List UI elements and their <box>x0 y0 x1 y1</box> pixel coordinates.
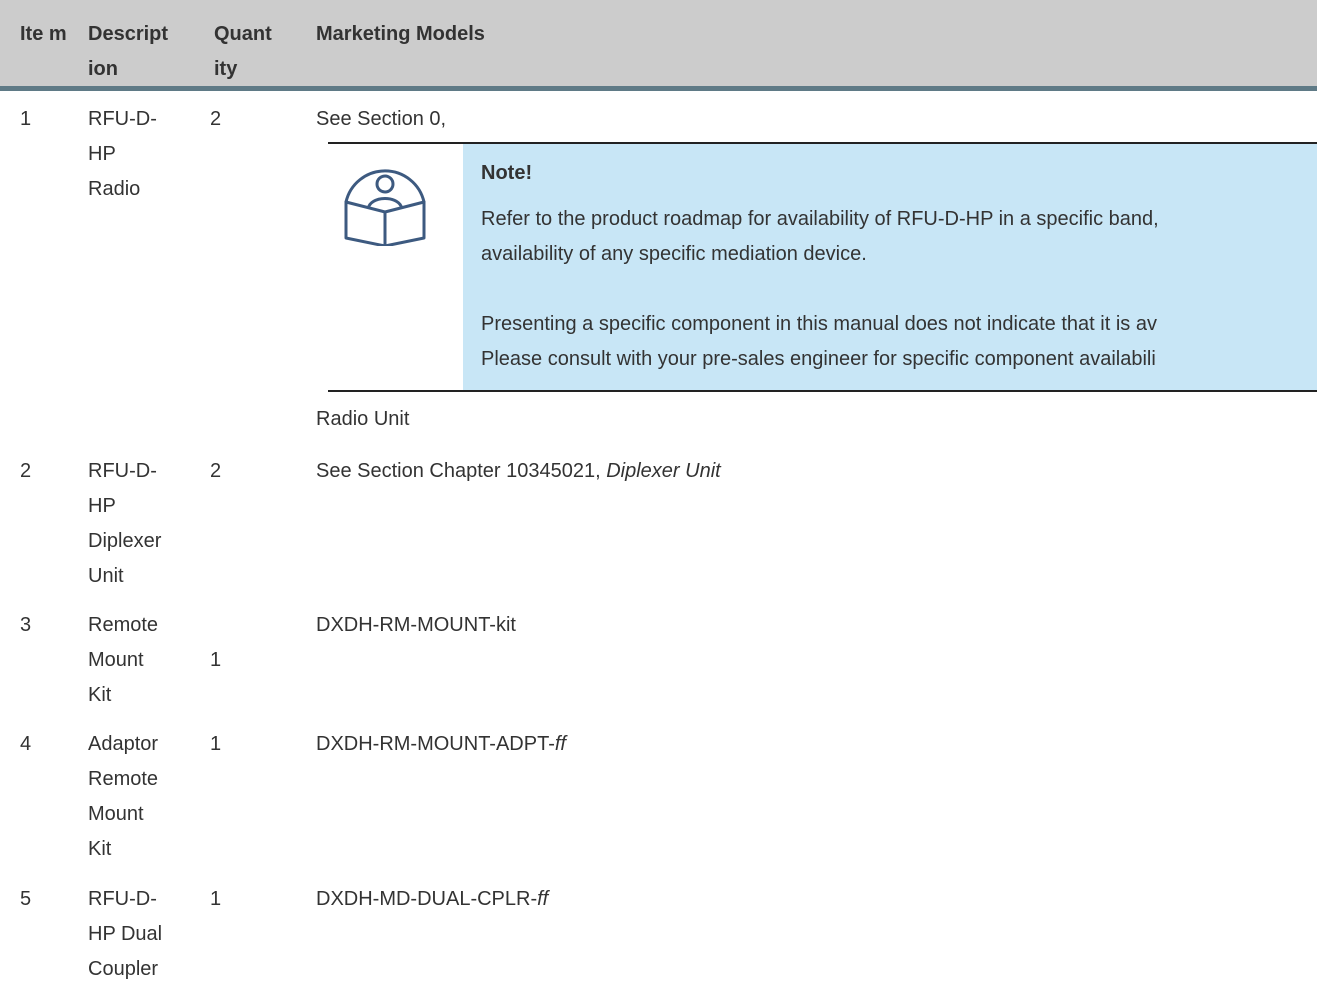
note-line-2: availability of any specific mediation d… <box>481 243 867 265</box>
header-item-label: Ite m <box>20 23 67 45</box>
note-bottom-rule <box>328 390 1317 392</box>
row3-description-line: Mount <box>88 649 144 671</box>
row4-quantity: 1 <box>210 733 222 755</box>
row3-description-line: Remote <box>88 614 159 636</box>
row2-model: See Section Chapter 10345021, Diplexer U… <box>316 454 721 489</box>
note-title: Note! <box>481 162 533 184</box>
header-description: Descript ion <box>88 17 188 87</box>
row4-item: 4 <box>20 733 32 755</box>
note-line-4: Please consult with your pre-sales engin… <box>481 348 1156 370</box>
row5-model: DXDH-MD-DUAL-CPLR-ff <box>316 882 548 917</box>
row1-description-line: RFU-D- <box>88 108 157 130</box>
row5-model-italic: ff <box>537 888 549 910</box>
row4-description-line: Remote <box>88 768 159 790</box>
row3-item: 3 <box>20 614 32 636</box>
row2-quantity: 2 <box>210 460 222 482</box>
row3-description-line: Kit <box>88 684 112 706</box>
header-item: Ite m <box>20 17 67 52</box>
row4-model: DXDH-RM-MOUNT-ADPT-ff <box>316 727 566 762</box>
row2-description-line: Unit <box>88 565 124 587</box>
note-line-3: Presenting a specific component in this … <box>481 313 1157 335</box>
row1-model-continued: Radio Unit <box>316 408 410 430</box>
row5-description-line: Coupler <box>88 958 159 980</box>
header-quantity-label: Quant ity <box>214 23 272 80</box>
row2-model-italic: Diplexer Unit <box>606 460 721 482</box>
note-line-1: Refer to the product roadmap for availab… <box>481 208 1159 230</box>
header-quantity: Quant ity <box>214 17 294 87</box>
row5-model-text: DXDH-MD-DUAL-CPLR- <box>316 888 538 910</box>
row2-item: 2 <box>20 460 32 482</box>
row2-description: RFU-D- HP Diplexer Unit <box>88 454 161 594</box>
row4-description-line: Kit <box>88 838 112 860</box>
row2-model-text: See Section Chapter 10345021, <box>316 460 607 482</box>
row2-description-line: RFU-D- <box>88 460 157 482</box>
row2-description-line: Diplexer <box>88 530 162 552</box>
row1-quantity: 2 <box>210 108 222 130</box>
note-box: Note! Refer to the product roadmap for a… <box>463 144 1317 390</box>
row4-model-italic: ff <box>554 733 566 755</box>
row1-description: RFU-D- HP Radio <box>88 102 157 207</box>
header-description-label: Descript ion <box>88 23 169 80</box>
book-reader-icon <box>344 169 426 246</box>
row3-description: Remote Mount Kit <box>88 608 158 713</box>
row5-description-line: HP Dual <box>88 923 163 945</box>
row4-description: Adaptor Remote Mount Kit <box>88 727 158 867</box>
row5-quantity: 1 <box>210 888 222 910</box>
header-models-label: Marketing Models <box>316 23 485 45</box>
row4-description-line: Mount <box>88 803 144 825</box>
header-models: Marketing Models <box>316 17 485 52</box>
row4-description-line: Adaptor <box>88 733 159 755</box>
row3-quantity: 1 <box>210 649 222 671</box>
table-header: Ite m Descript ion Quant ity Marketing M… <box>0 0 1317 91</box>
row2-description-line: HP <box>88 495 116 517</box>
row5-item: 5 <box>20 888 32 910</box>
row5-description-line: RFU-D- <box>88 888 157 910</box>
row3-model: DXDH-RM-MOUNT-kit <box>316 614 516 636</box>
row1-description-line: HP <box>88 143 116 165</box>
row1-model: See Section 0, <box>316 108 447 130</box>
row4-model-text: DXDH-RM-MOUNT-ADPT- <box>316 733 555 755</box>
row5-description: RFU-D- HP Dual Coupler <box>88 882 162 987</box>
row1-description-line: Radio <box>88 178 141 200</box>
row1-item: 1 <box>20 108 32 130</box>
